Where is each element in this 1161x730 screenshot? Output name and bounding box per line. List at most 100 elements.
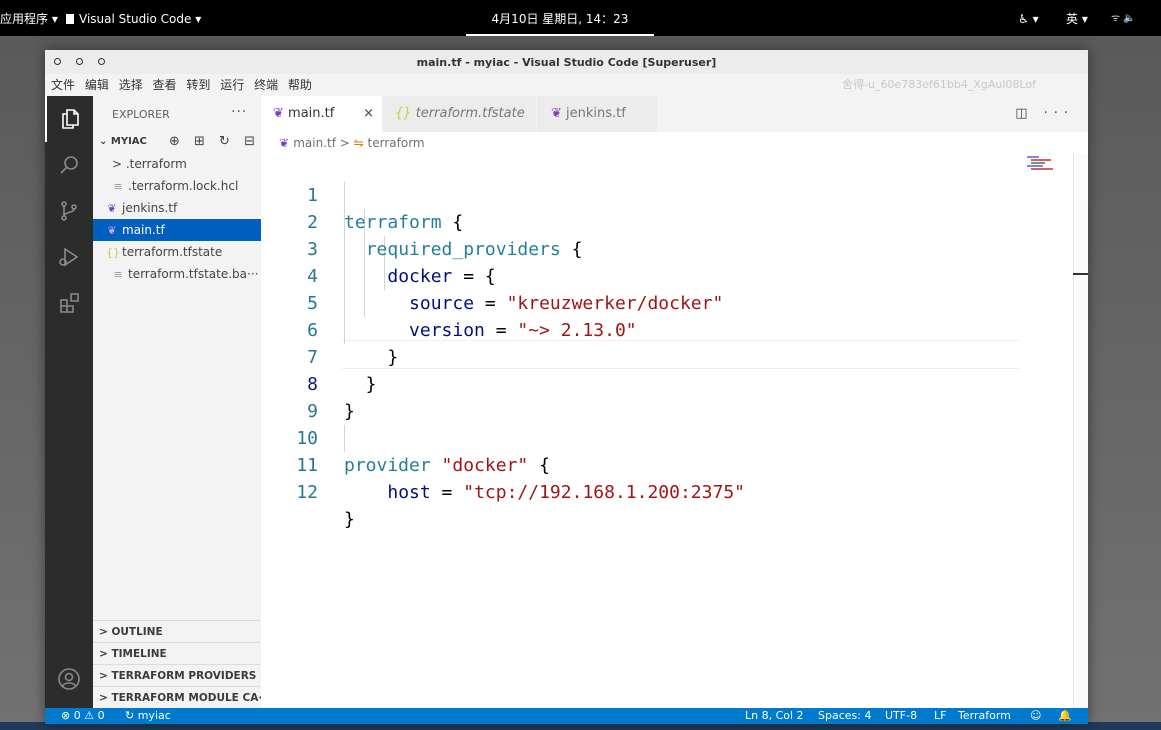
breadcrumb: ❦ main.tf > ⇋ terraform — [261, 132, 1088, 154]
more-actions-button[interactable]: ··· — [231, 104, 247, 120]
code-line: 1 terraform { — [261, 155, 1073, 233]
terraform-icon: ❦ — [107, 202, 117, 215]
code-line: 12 } — [261, 452, 1073, 530]
code-token: "tcp://192.168.1.200:2375" — [463, 482, 745, 503]
explorer-sidebar: EXPLORER ··· ⌄ MYIAC ⊕ ⊞ ↻ ⊟ > .terrafor… — [93, 96, 261, 708]
line-number: 12 — [296, 482, 318, 503]
tab-label: terraform.tfstate — [415, 106, 525, 121]
code-line: 10 provider "docker" { — [261, 398, 1073, 476]
activity-accounts[interactable] — [45, 656, 93, 702]
activity-run-debug[interactable] — [45, 234, 93, 280]
clock[interactable]: 4月10日 星期日, 14：23 — [466, 0, 654, 36]
text-file-icon: ≡ — [113, 180, 123, 193]
minimap[interactable] — [1027, 154, 1073, 172]
tree-item-jenkins-tf[interactable]: ❦ jenkins.tf — [93, 197, 261, 219]
applications-menu[interactable]: 应用程序 ▾ — [0, 0, 58, 36]
breadcrumb-separator: > — [335, 136, 354, 150]
breadcrumb-file[interactable]: main.tf — [293, 136, 336, 150]
menu-view[interactable]: 查看 — [153, 74, 177, 96]
problems-indicator[interactable]: ⊗ 0 ⚠ 0 — [61, 708, 105, 724]
maximize-window-button[interactable] — [98, 58, 105, 65]
tree-item-tfstate[interactable]: {} terraform.tfstate — [93, 241, 261, 263]
active-app-menu[interactable]: Visual Studio Code ▾ — [66, 0, 201, 36]
terraform-icon: ❦ — [107, 224, 117, 237]
line-code: } — [344, 509, 355, 530]
watermark: 舍得-u_60e783ef61bb4_XgAul08Lof — [842, 78, 1036, 91]
status-bar: ⊗ 0 ⚠ 0 ↻ myiac Ln 8, Col 2 Spaces: 4 UT… — [45, 708, 1088, 724]
activity-bar: 1 — [45, 96, 93, 724]
system-top-bar: 应用程序 ▾ Visual Studio Code ▾ 4月10日 星期日, 1… — [0, 0, 1161, 36]
split-editor-and-more-buttons[interactable]: ◫ ··· — [1015, 96, 1074, 132]
chevron-down-icon: ⌄ — [99, 136, 111, 147]
menu-edit[interactable]: 编辑 — [85, 74, 109, 96]
section-timeline[interactable]: > TIMELINE — [93, 642, 261, 664]
menu-file[interactable]: 文件 — [51, 74, 75, 96]
terraform-icon: ❦ — [551, 106, 562, 121]
tab-main-tf[interactable]: ❦ main.tf × — [261, 96, 383, 132]
minimize-window-button[interactable] — [76, 58, 83, 65]
window-title: main.tf - myiac - Visual Studio Code [Su… — [416, 56, 717, 69]
active-app-label: Visual Studio Code ▾ — [79, 12, 202, 26]
code-line: 5 version = "~> 2.13.0" — [261, 263, 1073, 341]
code-line: 4 source = "kreuzwerker/docker" — [261, 236, 1073, 314]
input-method-menu[interactable]: 英 ▾ — [1066, 0, 1088, 36]
menu-selection[interactable]: 选择 — [119, 74, 143, 96]
tree-item-terraform-dir[interactable]: > .terraform — [93, 153, 261, 175]
sync-status[interactable]: ↻ myiac — [125, 708, 171, 724]
code-line: 9 — [261, 371, 1073, 422]
account-icon — [58, 668, 80, 690]
feedback-icon[interactable]: ☺ — [1030, 708, 1041, 724]
json-icon: {} — [395, 106, 412, 121]
activity-search[interactable] — [45, 142, 93, 188]
code-line: 2 required_providers { — [261, 182, 1073, 260]
indentation-setting[interactable]: Spaces: 4 — [818, 708, 871, 724]
menu-terminal[interactable]: 终端 — [254, 74, 278, 96]
menu-run[interactable]: 运行 — [220, 74, 244, 96]
vertical-scrollbar[interactable] — [1073, 154, 1088, 708]
code-token: = — [430, 482, 464, 503]
notifications-bell-icon[interactable]: 🔔 — [1058, 708, 1072, 724]
close-window-button[interactable] — [54, 58, 61, 65]
code-editor[interactable]: 1 terraform { 2 required_providers { 3 d… — [261, 154, 1073, 708]
tab-terraform-tfstate[interactable]: {} terraform.tfstate — [383, 96, 537, 132]
code-line: 11 host = "tcp://192.168.1.200:2375" — [261, 425, 1073, 503]
tree-item-tfstate-backup[interactable]: ≡ terraform.tfstate.ba··· — [93, 263, 261, 285]
code-line: 6 } — [261, 290, 1073, 368]
line-code: host = "tcp://192.168.1.200:2375" — [344, 479, 745, 506]
activity-extensions[interactable] — [45, 280, 93, 326]
encoding-setting[interactable]: UTF-8 — [885, 708, 917, 724]
symbol-icon: ⇋ — [353, 136, 368, 150]
tab-label: main.tf — [288, 106, 335, 121]
search-icon — [60, 156, 78, 174]
tree-item-label: terraform.tfstate — [122, 245, 223, 259]
tree-item-label: jenkins.tf — [122, 201, 178, 215]
activity-explorer[interactable] — [45, 96, 93, 142]
window-titlebar[interactable]: main.tf - myiac - Visual Studio Code [Su… — [45, 50, 1088, 74]
tree-item-main-tf[interactable]: ❦ main.tf — [93, 219, 261, 241]
system-status-icons[interactable]: ᯤ 🔈 — [1111, 0, 1136, 36]
json-icon: {} — [106, 246, 120, 259]
close-icon[interactable]: × — [363, 96, 374, 132]
editor-tabs: ❦ main.tf × {} terraform.tfstate ❦ jenki… — [261, 96, 1088, 132]
cursor-position[interactable]: Ln 8, Col 2 — [745, 708, 804, 724]
accessibility-menu[interactable]: ♿ ▾ — [1018, 0, 1039, 36]
tab-jenkins-tf[interactable]: ❦ jenkins.tf — [537, 96, 658, 132]
code-line: 7 } — [261, 317, 1073, 395]
section-outline[interactable]: > OUTLINE — [93, 620, 261, 642]
section-terraform-modules[interactable]: > TERRAFORM MODULE CA··· — [93, 686, 261, 708]
menu-go[interactable]: 转到 — [186, 74, 210, 96]
explorer-toolbar[interactable]: ⊕ ⊞ ↻ ⊟ — [169, 132, 260, 152]
folder-header[interactable]: ⌄ MYIAC ⊕ ⊞ ↻ ⊟ — [93, 132, 261, 152]
tree-item-label: terraform.tfstate.ba··· — [128, 267, 259, 281]
section-terraform-providers[interactable]: > TERRAFORM PROVIDERS — [93, 664, 261, 686]
terraform-icon: ❦ — [273, 106, 284, 121]
eol-setting[interactable]: LF — [934, 708, 946, 724]
tab-label: jenkins.tf — [566, 106, 626, 121]
language-mode[interactable]: Terraform — [958, 708, 1011, 724]
activity-source-control[interactable] — [45, 188, 93, 234]
tree-item-lock-hcl[interactable]: ≡ .terraform.lock.hcl — [93, 175, 261, 197]
vscode-window: main.tf - myiac - Visual Studio Code [Su… — [45, 50, 1088, 724]
breadcrumb-symbol[interactable]: terraform — [368, 136, 425, 150]
menu-help[interactable]: 帮助 — [288, 74, 312, 96]
tree-item-label: main.tf — [122, 223, 165, 237]
